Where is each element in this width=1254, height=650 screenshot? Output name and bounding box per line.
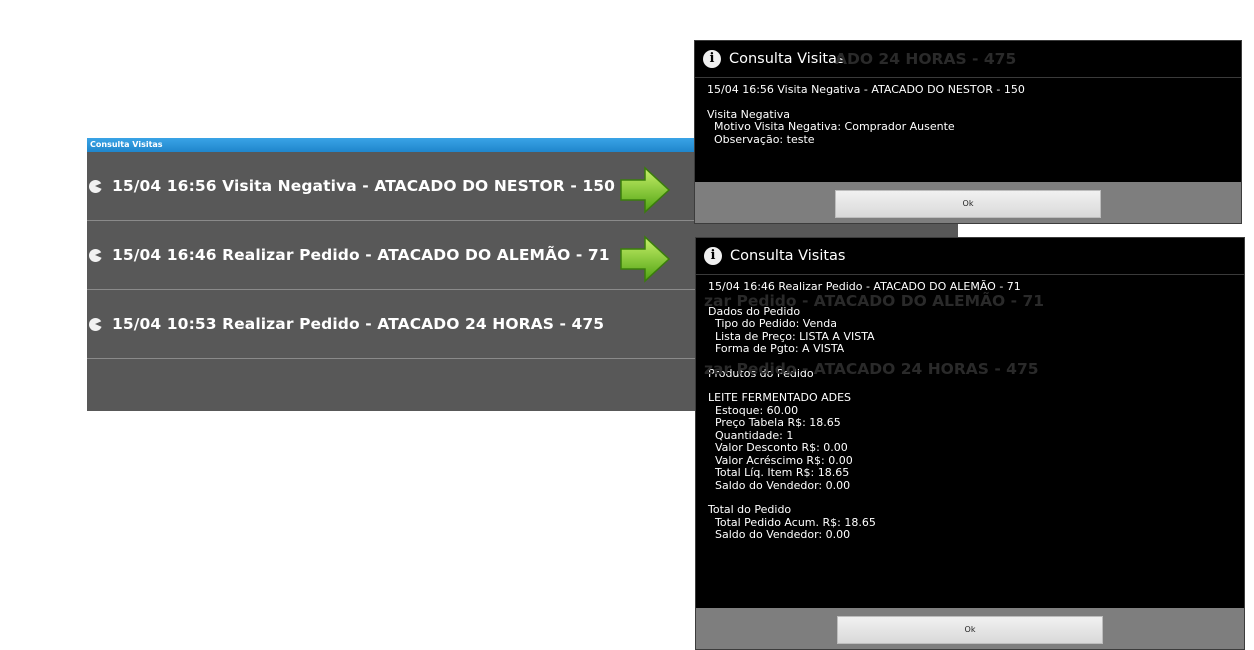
dialog-title: Consulta Visitas (730, 248, 846, 264)
back-arrow-circle-icon (89, 248, 102, 262)
green-right-arrow-icon (620, 166, 671, 214)
dialog-footer: Ok (695, 182, 1241, 223)
dialog-title-bar: i Consulta Visitas (695, 41, 1241, 78)
line-spacer (708, 294, 1232, 306)
message-line: 15/04 16:56 Visita Negativa - ATACADO DO… (707, 83, 1025, 96)
line-spacer (707, 97, 1229, 109)
back-arrow-circle-icon (89, 317, 102, 331)
list-item-label: 15/04 10:53 Realizar Pedido - ATACADO 24… (112, 315, 605, 333)
message-line: Tipo do Pedido: Venda (708, 317, 837, 330)
dialog-footer: Ok (696, 608, 1244, 649)
message-line: Observação: teste (707, 132, 815, 146)
dialog-message: 15/04 16:56 Visita Negativa - ATACADO DO… (695, 78, 1241, 146)
ok-button[interactable]: Ok (835, 190, 1101, 218)
message-line: Forma de Pgto: A VISTA (708, 342, 845, 355)
message-line: Saldo do Vendedor: 0.00 (708, 478, 851, 492)
message-line: Valor Desconto R$: 0.00 (708, 441, 848, 454)
dialog-message: 15/04 16:46 Realizar Pedido - ATACADO DO… (696, 275, 1244, 542)
list-title: Consulta Visitas (90, 140, 163, 149)
visit-detail-dialog: ADO 24 HORAS - 475 i Consulta Visitas 15… (694, 40, 1242, 224)
list-item-label: 15/04 16:56 Visita Negativa - ATACADO DO… (112, 177, 616, 195)
message-line: LEITE FERMENTADO ADES (708, 391, 852, 404)
list-item-label: 15/04 16:46 Realizar Pedido - ATACADO DO… (112, 246, 610, 264)
dialog-title: Consulta Visitas (729, 51, 845, 67)
back-arrow-circle-icon (89, 179, 102, 193)
message-line: Produtos do Pedido (708, 366, 814, 380)
message-line: 15/04 16:46 Realizar Pedido - ATACADO DO… (708, 280, 1021, 293)
message-line: Motivo Visita Negativa: Comprador Ausent… (707, 120, 955, 133)
info-icon: i (703, 50, 721, 68)
line-spacer (708, 356, 1232, 368)
dialog-title-bar: i Consulta Visitas (696, 238, 1244, 275)
message-line: Total do Pedido (708, 503, 792, 516)
message-line: Preço Tabela R$: 18.65 (708, 416, 841, 429)
message-line: Saldo do Vendedor: 0.00 (708, 528, 851, 541)
order-detail-dialog: zar Pedido - ATACADO DO ALEMÃO - 71 zar … (695, 237, 1245, 650)
info-icon: i (704, 247, 722, 265)
message-line: Total Líq. Item R$: 18.65 (708, 466, 850, 479)
green-right-arrow-icon (620, 235, 671, 283)
ok-button[interactable]: Ok (837, 616, 1103, 644)
